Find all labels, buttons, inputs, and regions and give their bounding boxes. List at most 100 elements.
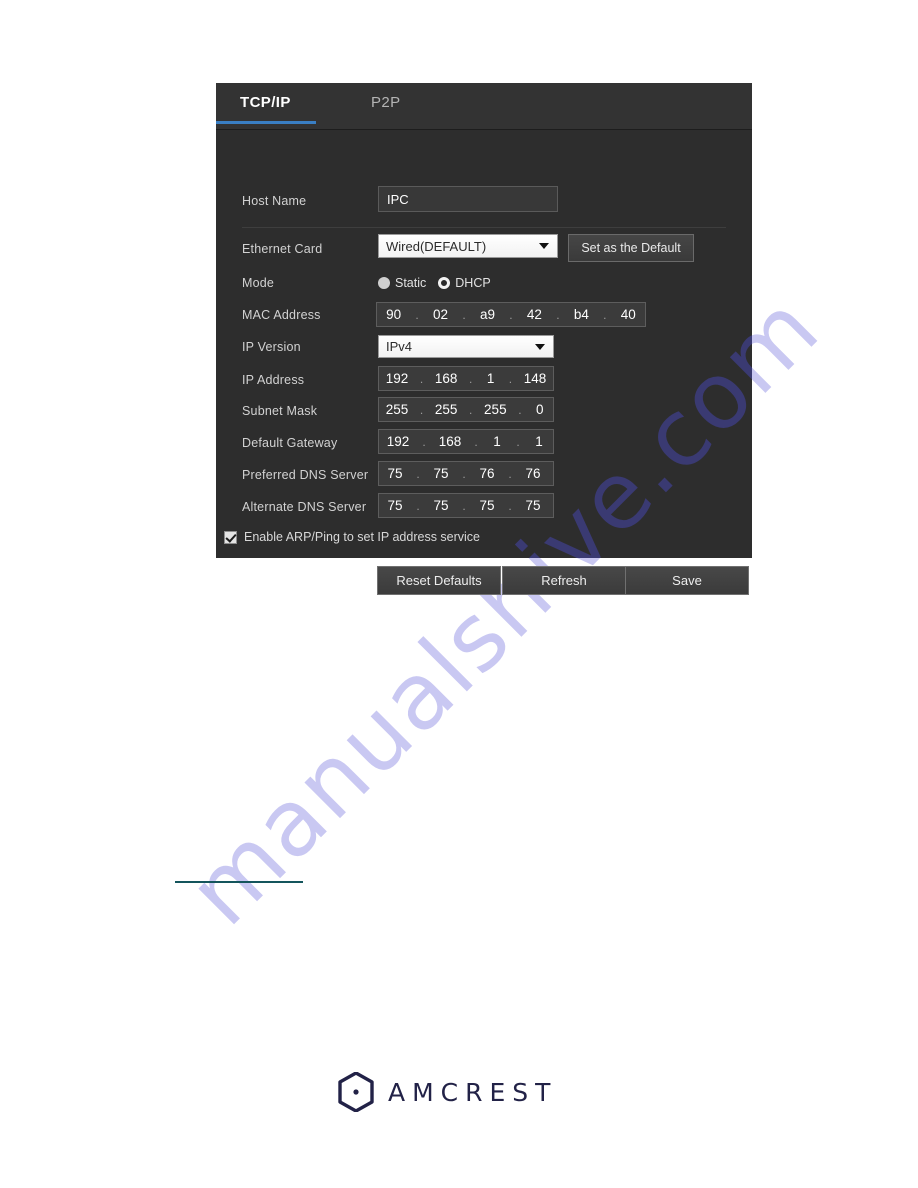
tab-tcpip[interactable]: TCP/IP xyxy=(240,94,291,111)
pdns-separator-3: . xyxy=(508,466,512,481)
label-preferred-dns: Preferred DNS Server xyxy=(242,468,369,482)
alternate-dns-field[interactable]: 75 . 75 . 75 . 75 xyxy=(378,493,554,518)
adns-octet-1: 75 xyxy=(387,498,403,513)
mac-separator-4: . xyxy=(556,307,560,322)
tab-p2p[interactable]: P2P xyxy=(371,94,401,111)
set-as-default-button[interactable]: Set as the Default xyxy=(568,234,694,262)
ip-address-field[interactable]: 192 . 168 . 1 . 148 xyxy=(378,366,554,391)
subnet-separator-1: . xyxy=(419,402,424,417)
adns-separator-2: . xyxy=(462,498,466,513)
tcpip-settings-panel: manualshive.com TCP/IP P2P Host Name IPC… xyxy=(216,83,752,595)
radio-dhcp-label: DHCP xyxy=(455,276,491,290)
radio-static[interactable]: Static xyxy=(378,276,426,290)
subnet-separator-3: . xyxy=(518,402,522,417)
label-mac-address: MAC Address xyxy=(242,308,321,322)
adns-octet-2: 75 xyxy=(433,498,449,513)
label-ip-address: IP Address xyxy=(242,373,305,387)
reset-defaults-button[interactable]: Reset Defaults xyxy=(377,566,501,595)
mac-octet-5: b4 xyxy=(573,307,589,322)
radio-dhcp-indicator xyxy=(438,277,451,289)
radio-static-indicator xyxy=(378,277,390,289)
row-alternate-dns: Alternate DNS Server 75 . 75 . 75 . 75 xyxy=(216,492,752,522)
mac-address-field[interactable]: 90 . 02 . a9 . 42 . b4 . 40 xyxy=(376,302,646,327)
subnet-separator-2: . xyxy=(469,402,473,417)
mac-separator-2: . xyxy=(462,307,466,322)
mac-octet-1: 90 xyxy=(386,307,402,322)
amcrest-hexagon-icon xyxy=(338,1072,374,1112)
row-mac-address: MAC Address 90 . 02 . a9 . 42 . b4 . 40 xyxy=(216,300,752,330)
ip-version-value: IPv4 xyxy=(386,339,413,354)
pdns-octet-3: 76 xyxy=(479,466,495,481)
ip-octet-4: 148 xyxy=(523,371,547,386)
label-subnet-mask: Subnet Mask xyxy=(242,404,318,418)
ethernet-card-select[interactable]: Wired(DEFAULT) xyxy=(378,234,558,258)
gateway-octet-3: 1 xyxy=(493,434,501,449)
mac-separator-1: . xyxy=(415,307,419,322)
subnet-octet-3: 255 xyxy=(484,402,507,417)
pdns-separator-2: . xyxy=(462,466,466,481)
mode-radio-group: Static DHCP xyxy=(378,276,499,290)
row-mode: Mode Static DHCP xyxy=(216,268,752,298)
ip-octet-3: 1 xyxy=(486,371,495,386)
ip-octet-2: 168 xyxy=(434,371,458,386)
label-ethernet-card: Ethernet Card xyxy=(242,242,323,256)
pdns-octet-4: 76 xyxy=(525,466,541,481)
label-default-gateway: Default Gateway xyxy=(242,436,338,450)
mac-octet-3: a9 xyxy=(479,307,496,322)
ip-octet-1: 192 xyxy=(385,371,409,386)
gateway-separator-3: . xyxy=(516,434,520,449)
chevron-down-icon xyxy=(535,343,545,350)
row-default-gateway: Default Gateway 192 . 168 . 1 . 1 xyxy=(216,428,752,458)
ip-version-select[interactable]: IPv4 xyxy=(378,335,554,358)
ethernet-card-value: Wired(DEFAULT) xyxy=(386,238,487,254)
preferred-dns-field[interactable]: 75 . 75 . 76 . 76 xyxy=(378,461,554,486)
pdns-separator-1: . xyxy=(416,466,420,481)
host-name-input[interactable]: IPC xyxy=(378,186,558,212)
row-arp-ping[interactable]: Enable ARP/Ping to set IP address servic… xyxy=(216,526,752,548)
row-ip-address: IP Address 192 . 168 . 1 . 148 xyxy=(216,365,752,395)
adns-separator-1: . xyxy=(416,498,420,513)
row-host-name: Host Name IPC xyxy=(216,186,752,216)
label-alternate-dns: Alternate DNS Server xyxy=(242,500,367,514)
subnet-mask-field[interactable]: 255 . 255 . 255 . 0 xyxy=(378,397,554,422)
mac-octet-6: 40 xyxy=(620,307,636,322)
gateway-separator-1: . xyxy=(422,434,426,449)
save-button[interactable]: Save xyxy=(625,566,749,595)
row-subnet-mask: Subnet Mask 255 . 255 . 255 . 0 xyxy=(216,396,752,426)
section-divider xyxy=(242,227,726,228)
horizontal-rule xyxy=(175,881,303,883)
radio-dhcp[interactable]: DHCP xyxy=(438,276,491,290)
radio-static-label: Static xyxy=(395,276,427,290)
ip-separator-1: . xyxy=(419,371,424,386)
mac-octet-4: 42 xyxy=(526,307,542,322)
amcrest-logo: AMCREST xyxy=(338,1072,557,1112)
chevron-down-icon xyxy=(539,243,549,249)
label-host-name: Host Name xyxy=(242,194,307,208)
pdns-octet-1: 75 xyxy=(387,466,403,481)
adns-octet-3: 75 xyxy=(479,498,495,513)
adns-octet-4: 75 xyxy=(525,498,541,513)
row-preferred-dns: Preferred DNS Server 75 . 75 . 76 . 76 xyxy=(216,460,752,490)
adns-separator-3: . xyxy=(508,498,512,513)
row-ethernet-card: Ethernet Card Wired(DEFAULT) Set as the … xyxy=(216,234,752,264)
label-mode: Mode xyxy=(242,276,275,290)
ip-separator-2: . xyxy=(469,371,473,386)
subnet-octet-2: 255 xyxy=(434,402,458,417)
refresh-button[interactable]: Refresh xyxy=(502,566,626,595)
gateway-separator-2: . xyxy=(474,434,478,449)
gateway-octet-2: 168 xyxy=(438,434,462,449)
arp-ping-label: Enable ARP/Ping to set IP address servic… xyxy=(244,530,481,544)
label-ip-version: IP Version xyxy=(242,340,301,354)
mac-octet-2: 02 xyxy=(433,307,449,322)
default-gateway-field[interactable]: 192 . 168 . 1 . 1 xyxy=(378,429,554,454)
ip-separator-3: . xyxy=(508,371,513,386)
gateway-octet-4: 1 xyxy=(535,434,543,449)
subnet-octet-4: 0 xyxy=(536,402,544,417)
amcrest-wordmark: AMCREST xyxy=(388,1077,558,1107)
arp-ping-checkbox[interactable] xyxy=(224,530,237,544)
mac-separator-5: . xyxy=(603,307,607,322)
mac-separator-3: . xyxy=(509,307,513,322)
active-tab-underline xyxy=(216,121,316,124)
row-ip-version: IP Version IPv4 xyxy=(216,332,752,362)
gateway-octet-1: 192 xyxy=(386,434,410,449)
